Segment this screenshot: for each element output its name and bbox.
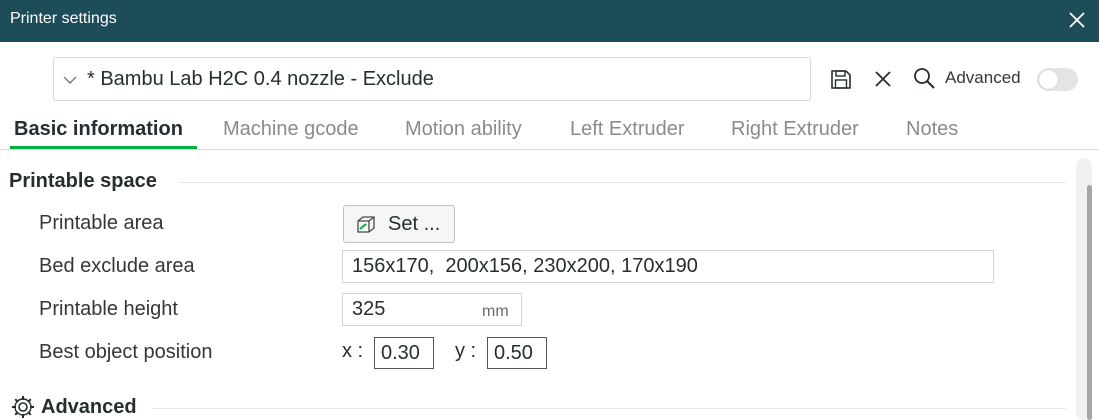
tab-basic-information[interactable]: Basic information xyxy=(14,118,183,141)
best-object-position-label: Best object position xyxy=(39,341,213,363)
section-divider xyxy=(180,182,1066,183)
window-title: Printer settings xyxy=(10,10,117,27)
bed-exclude-area-label: Bed exclude area xyxy=(39,255,195,277)
printable-height-label: Printable height xyxy=(39,298,178,320)
tab-notes[interactable]: Notes xyxy=(906,118,958,141)
advanced-mode-label: Advanced xyxy=(945,68,1021,87)
preset-name: * Bambu Lab H2C 0.4 nozzle - Exclude xyxy=(87,68,434,90)
discard-icon[interactable] xyxy=(871,66,895,92)
close-icon[interactable] xyxy=(1066,9,1088,31)
section-title-advanced: Advanced xyxy=(41,396,137,418)
advanced-mode-toggle[interactable] xyxy=(1037,68,1078,91)
set-button-label: Set ... xyxy=(388,213,441,235)
printable-area-set-button[interactable]: Set ... xyxy=(343,205,455,243)
search-icon[interactable] xyxy=(912,66,936,92)
tab-machine-gcode[interactable]: Machine gcode xyxy=(223,118,359,141)
preset-combobox[interactable]: * Bambu Lab H2C 0.4 nozzle - Exclude xyxy=(53,57,811,101)
title-bar: Printer settings xyxy=(0,0,1099,42)
printable-height-unit: mm xyxy=(482,303,509,320)
printable-area-icon xyxy=(357,216,375,233)
tab-motion-ability[interactable]: Motion ability xyxy=(405,118,522,141)
x-coordinate-label: x : xyxy=(342,340,364,362)
toggle-knob xyxy=(1039,70,1058,89)
tabs-divider xyxy=(0,149,1099,150)
settings-tabs: Basic information Machine gcode Motion a… xyxy=(0,114,1099,150)
bed-exclude-area-input[interactable] xyxy=(342,250,994,283)
best-position-y-input[interactable] xyxy=(487,337,547,369)
best-position-x-input[interactable] xyxy=(374,337,434,369)
scrollbar-thumb[interactable] xyxy=(1087,185,1092,420)
section-divider xyxy=(152,408,1066,409)
tab-left-extruder[interactable]: Left Extruder xyxy=(570,118,685,141)
section-title-printable-space: Printable space xyxy=(9,170,157,192)
chevron-down-icon xyxy=(63,76,77,84)
tab-right-extruder[interactable]: Right Extruder xyxy=(731,118,859,141)
y-coordinate-label: y : xyxy=(455,340,477,362)
printable-area-label: Printable area xyxy=(39,212,164,234)
gear-icon xyxy=(12,396,34,418)
save-icon[interactable] xyxy=(829,66,853,92)
